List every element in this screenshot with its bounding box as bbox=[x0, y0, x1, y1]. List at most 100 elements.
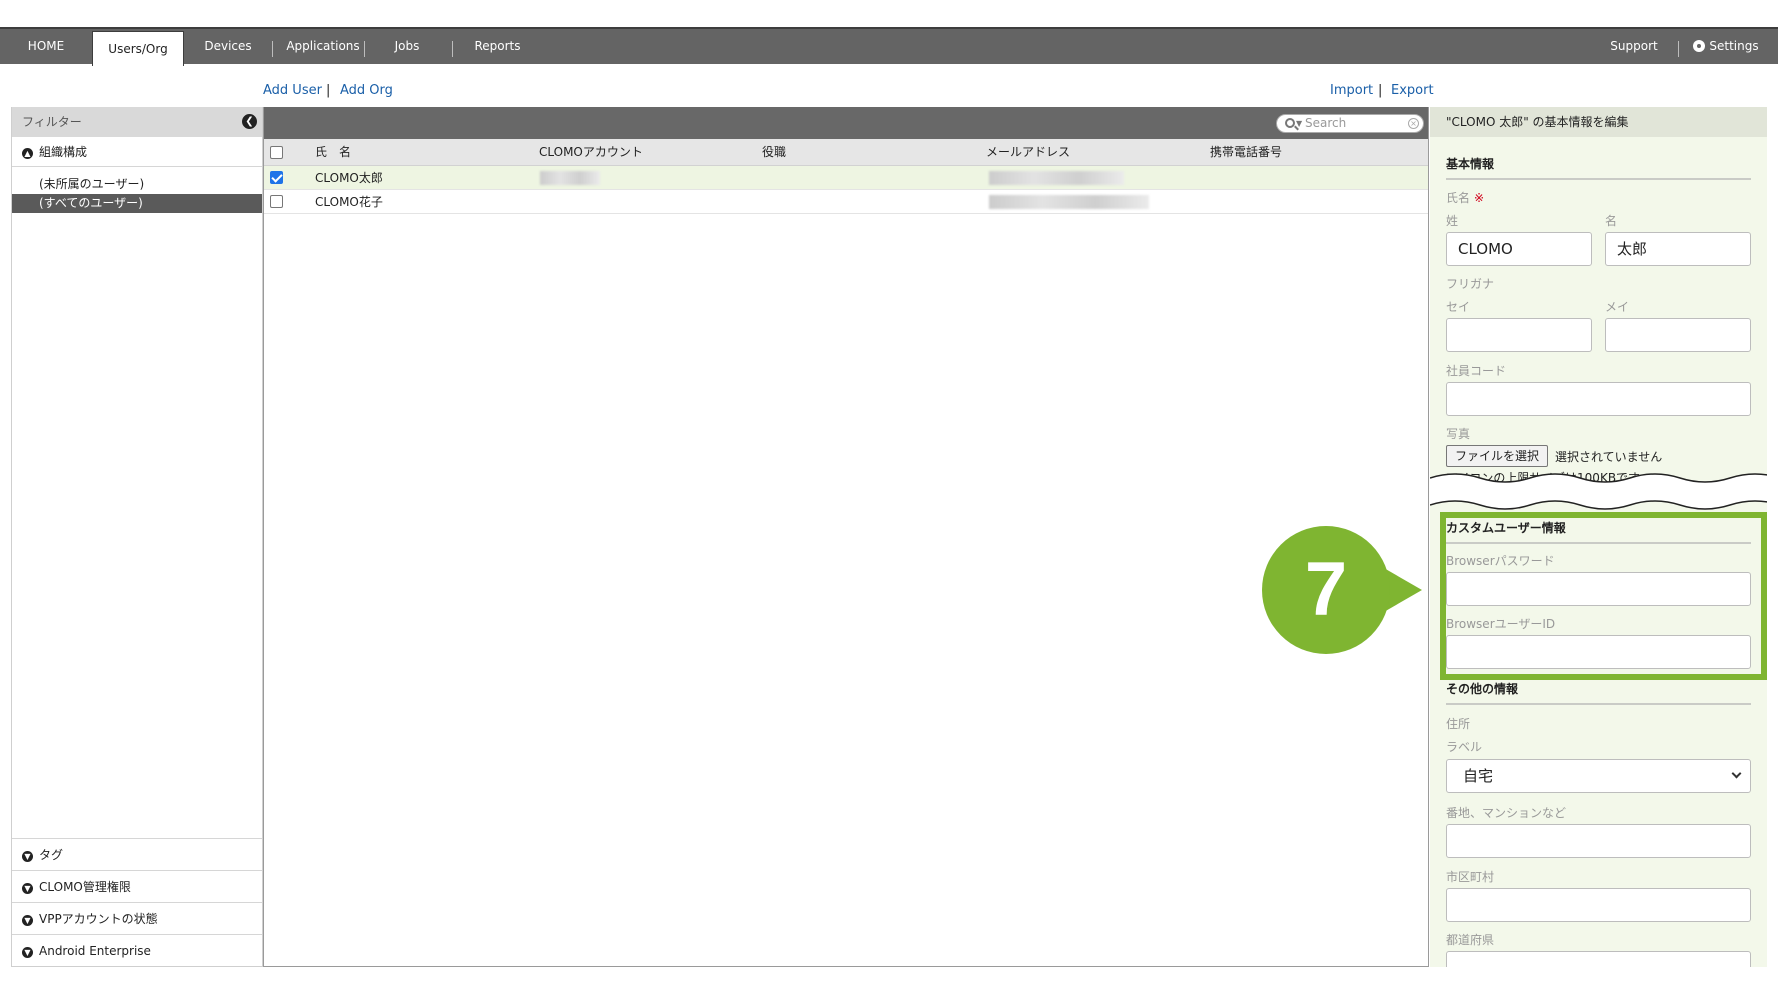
filter-group-label: タグ bbox=[39, 848, 64, 862]
file-status-text: 選択されていません bbox=[1555, 450, 1663, 464]
edit-user-panel: "CLOMO 太郎" の基本情報を編集 基本情報 氏名 ※ 姓 名 CLOMO 太… bbox=[1430, 107, 1767, 967]
nav-separator bbox=[364, 41, 365, 57]
filter-group-tag[interactable]: ▼ タグ bbox=[12, 838, 262, 870]
prefecture-label: 都道府県 bbox=[1446, 933, 1495, 947]
filter-group-android-enterprise[interactable]: ▼ Android Enterprise bbox=[12, 934, 262, 966]
required-mark: ※ bbox=[1474, 191, 1485, 205]
row-checkbox[interactable] bbox=[270, 171, 283, 184]
street-input[interactable] bbox=[1446, 824, 1751, 858]
browser-password-input[interactable] bbox=[1446, 572, 1751, 606]
caret-down-icon: ▼ bbox=[1296, 119, 1303, 128]
name-label-text: 氏名 bbox=[1446, 191, 1471, 205]
page-break-wave bbox=[1430, 473, 1767, 510]
section-other-info: その他の情報 bbox=[1446, 680, 1751, 705]
table-row[interactable]: CLOMO花子 bbox=[264, 190, 1428, 214]
settings-link[interactable]: Settings bbox=[1690, 29, 1762, 64]
furigana-label: フリガナ bbox=[1446, 277, 1495, 291]
redacted-email bbox=[989, 195, 1149, 209]
search-input[interactable]: ▼ Search × bbox=[1276, 114, 1424, 133]
gear-icon bbox=[1693, 40, 1706, 52]
col-header-email[interactable]: メールアドレス bbox=[986, 139, 1070, 166]
collapse-panel-button[interactable]: ❮ bbox=[242, 114, 257, 129]
settings-label: Settings bbox=[1709, 39, 1759, 53]
add-org-link[interactable]: Add Org bbox=[340, 83, 393, 98]
link-separator: | bbox=[1378, 83, 1383, 98]
top-nav-bar: HOME Users/Org Devices Applications Jobs… bbox=[0, 27, 1778, 66]
filter-group-label: VPPアカウントの状態 bbox=[39, 912, 158, 926]
sei-input[interactable] bbox=[1446, 318, 1592, 352]
row-checkbox[interactable] bbox=[270, 195, 283, 208]
col-header-name[interactable]: 氏 名 bbox=[315, 139, 351, 166]
redacted-email bbox=[989, 171, 1124, 185]
chevron-down-icon bbox=[1731, 768, 1742, 779]
user-table-panel: ▼ Search × 氏 名 CLOMOアカウント 役職 メールアドレス 携帯電… bbox=[263, 107, 1429, 967]
address-type-label: ラベル bbox=[1446, 740, 1483, 754]
tab-devices[interactable]: Devices bbox=[190, 29, 266, 64]
last-name-label: 姓 bbox=[1446, 214, 1459, 228]
chevron-up-icon: ▲ bbox=[22, 148, 33, 159]
tab-jobs[interactable]: Jobs bbox=[372, 29, 442, 64]
table-toolbar: ▼ Search × bbox=[264, 107, 1428, 139]
tree-item-all-users[interactable]: (すべてのユーザー) bbox=[12, 194, 262, 213]
address-type-value: 自宅 bbox=[1463, 767, 1494, 785]
address-label: 住所 bbox=[1446, 717, 1471, 731]
add-user-link[interactable]: Add User bbox=[263, 83, 322, 98]
filter-group-org[interactable]: ▲ 組織構成 bbox=[12, 137, 262, 167]
employee-code-label: 社員コード bbox=[1446, 364, 1507, 378]
tab-home[interactable]: HOME bbox=[0, 29, 92, 64]
col-header-mobile[interactable]: 携帯電話番号 bbox=[1210, 139, 1282, 166]
select-all-checkbox[interactable] bbox=[270, 146, 283, 159]
support-link[interactable]: Support bbox=[1604, 29, 1664, 64]
chevron-down-icon: ▼ bbox=[22, 915, 33, 926]
filter-bottom-groups: ▼ タグ ▼ CLOMO管理権限 ▼ VPPアカウントの状態 ▼ Android Ent… bbox=[12, 838, 262, 966]
nav-separator bbox=[452, 41, 453, 57]
sei-label: セイ bbox=[1446, 300, 1471, 314]
step-badge: 7 bbox=[1262, 526, 1390, 654]
col-header-account[interactable]: CLOMOアカウント bbox=[539, 139, 643, 166]
row-name: CLOMO太郎 bbox=[315, 171, 383, 185]
filter-panel: フィルター ❮ ▲ 組織構成 (未所属のユーザー) (すべてのユーザー) ▼ タグ … bbox=[11, 107, 263, 967]
filter-group-label: Android Enterprise bbox=[39, 944, 151, 958]
last-name-input[interactable]: CLOMO bbox=[1446, 232, 1592, 266]
filter-title: フィルター bbox=[22, 115, 82, 129]
redacted-account bbox=[540, 171, 600, 185]
link-separator: | bbox=[326, 83, 331, 98]
tab-reports[interactable]: Reports bbox=[460, 29, 535, 64]
export-link[interactable]: Export bbox=[1391, 83, 1434, 98]
tab-applications[interactable]: Applications bbox=[278, 29, 368, 64]
mei-input[interactable] bbox=[1605, 318, 1751, 352]
prefecture-input[interactable] bbox=[1446, 951, 1751, 967]
filter-header: フィルター ❮ bbox=[12, 107, 262, 137]
city-label: 市区町村 bbox=[1446, 870, 1495, 884]
chevron-down-icon: ▼ bbox=[22, 947, 33, 958]
tree-item-unassigned[interactable]: (未所属のユーザー) bbox=[12, 175, 262, 194]
mei-label: メイ bbox=[1605, 300, 1630, 314]
city-input[interactable] bbox=[1446, 888, 1751, 922]
filter-group-label: 組織構成 bbox=[39, 145, 88, 159]
section-basic-info: 基本情報 bbox=[1446, 155, 1751, 180]
street-label: 番地、マンションなど bbox=[1446, 806, 1567, 820]
browser-password-label: Browserパスワード bbox=[1446, 554, 1555, 568]
table-header-row: 氏 名 CLOMOアカウント 役職 メールアドレス 携帯電話番号 bbox=[264, 139, 1428, 166]
table-row[interactable]: CLOMO太郎 bbox=[264, 166, 1428, 190]
employee-code-input[interactable] bbox=[1446, 382, 1751, 416]
first-name-label: 名 bbox=[1605, 214, 1618, 228]
filter-group-vpp[interactable]: ▼ VPPアカウントの状態 bbox=[12, 902, 262, 934]
tab-users-org[interactable]: Users/Org bbox=[92, 31, 184, 66]
search-placeholder: Search bbox=[1305, 116, 1347, 130]
filter-group-label: CLOMO管理権限 bbox=[39, 880, 131, 894]
col-header-title[interactable]: 役職 bbox=[762, 139, 786, 166]
search-icon bbox=[1285, 118, 1295, 128]
filter-group-clomo-admin[interactable]: ▼ CLOMO管理権限 bbox=[12, 870, 262, 902]
first-name-input[interactable]: 太郎 bbox=[1605, 232, 1751, 266]
choose-file-button[interactable]: ファイルを選択 bbox=[1446, 445, 1549, 467]
chevron-down-icon: ▼ bbox=[22, 851, 33, 862]
clear-icon[interactable]: × bbox=[1408, 118, 1419, 129]
section-custom-user-info: カスタムユーザー情報 bbox=[1446, 519, 1751, 544]
row-name: CLOMO花子 bbox=[315, 195, 383, 209]
import-link[interactable]: Import bbox=[1330, 83, 1373, 98]
address-type-select[interactable]: 自宅 bbox=[1446, 759, 1751, 793]
browser-userid-input[interactable] bbox=[1446, 635, 1751, 669]
name-label: 氏名 ※ bbox=[1446, 189, 1484, 206]
browser-userid-label: BrowserユーザーID bbox=[1446, 617, 1556, 631]
